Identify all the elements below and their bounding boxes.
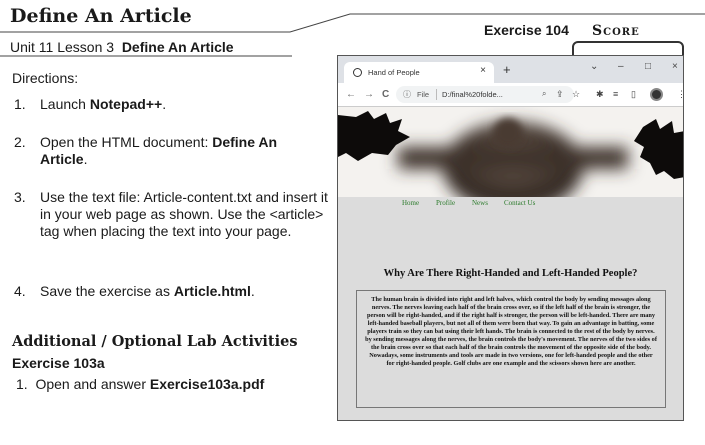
back-icon[interactable]: ← [346,89,356,100]
forward-icon[interactable]: → [364,89,374,100]
new-tab-button[interactable]: + [503,62,511,77]
lesson-name: Define An Article [121,39,234,55]
close-window-button[interactable]: × [672,61,678,72]
address-bar[interactable]: ⓘ File D:/final%20folde... ⌕ [396,86,574,103]
close-tab-icon[interactable]: × [480,65,486,76]
step-3: 3. Use the text file: Article-content.tx… [14,189,332,240]
tab-search-icon[interactable]: ⌄ [590,61,598,72]
step-bold: Exercise103a.pdf [149,376,265,392]
step-text: Use the text file: Article-content.txt a… [40,189,328,239]
share-icon[interactable]: ⇪ [556,89,564,100]
file-label: File [417,90,430,99]
step-number: 4. [14,283,26,299]
lesson-unit: Unit 11 Lesson 3 [10,39,115,55]
step-number: 2. [14,134,26,150]
step-2: 2. Open the HTML document: Define An Art… [14,134,314,168]
step-number: 1. [14,96,26,112]
hands-silhouette-image [338,107,683,197]
browser-window: Hand of People × + ⌄ – □ × ← → C ⓘ File … [337,55,684,421]
directions-label: Directions: [12,70,79,86]
exercise-103a-label: Exercise 103a [12,355,105,371]
nav-link-contact[interactable]: Contact Us [504,199,535,207]
menu-icon[interactable]: ⋮ [677,89,683,100]
reload-icon[interactable]: C [382,89,389,100]
step-text: Launch [40,96,90,112]
step-text: Save the exercise as [40,283,174,299]
exercise-103a-step: 1. Open and answer Exercise103a.pdf [16,376,264,392]
address-separator [436,89,437,100]
address-bar-row: ← → C ⓘ File D:/final%20folde... ⌕ ⇪ ☆ ✱… [338,83,683,107]
globe-icon [353,68,362,77]
article-box: The human brain is divided into right an… [356,290,666,408]
sidebar-icon[interactable]: ▯ [631,89,636,100]
web-page: Home Profile News Contact Us Why Are The… [338,107,683,420]
minimize-button[interactable]: – [618,61,624,72]
step-end: . [83,151,88,167]
address-url[interactable]: D:/final%20folde... [442,90,503,99]
page-title: Define An Article [10,5,192,27]
step-4: 4. Save the exercise as Article.html. [14,283,314,300]
step-bold: Notepad++ [89,96,163,112]
tab-bar: Hand of People × + ⌄ – □ × [338,56,683,83]
step-number: 3. [14,189,26,205]
lesson-subtitle: Unit 11 Lesson 3 Define An Article [10,39,234,55]
zoom-icon[interactable]: ⌕ [542,89,546,99]
reading-list-icon[interactable]: ≡ [613,89,618,99]
hero-image [338,107,683,197]
info-icon[interactable]: ⓘ [403,89,411,100]
step-text: Open the HTML document: [40,134,213,150]
additional-activities-heading: Additional / Optional Lab Activities [12,333,298,350]
extensions-icon[interactable]: ✱ [596,89,604,100]
step-text: Open and answer [35,376,150,392]
nav-link-news[interactable]: News [472,199,488,207]
step-end: . [250,283,255,299]
profile-icon[interactable] [650,88,663,101]
article-title: Why Are There Right-Handed and Left-Hand… [383,268,638,279]
browser-tab[interactable]: Hand of People × [344,62,494,83]
step-number: 1. [16,376,28,392]
exercise-label: Exercise 104 [484,22,569,38]
star-icon[interactable]: ☆ [572,89,580,100]
maximize-button[interactable]: □ [645,61,651,72]
article-body: The human brain is divided into right an… [365,296,657,367]
step-1: 1. Launch Notepad++. [14,96,314,113]
nav-link-home[interactable]: Home [402,199,419,207]
score-label: Score [592,23,640,39]
step-end: . [162,96,167,112]
tab-title: Hand of People [368,68,420,77]
nav-link-profile[interactable]: Profile [436,199,455,207]
step-bold: Article.html [173,283,251,299]
